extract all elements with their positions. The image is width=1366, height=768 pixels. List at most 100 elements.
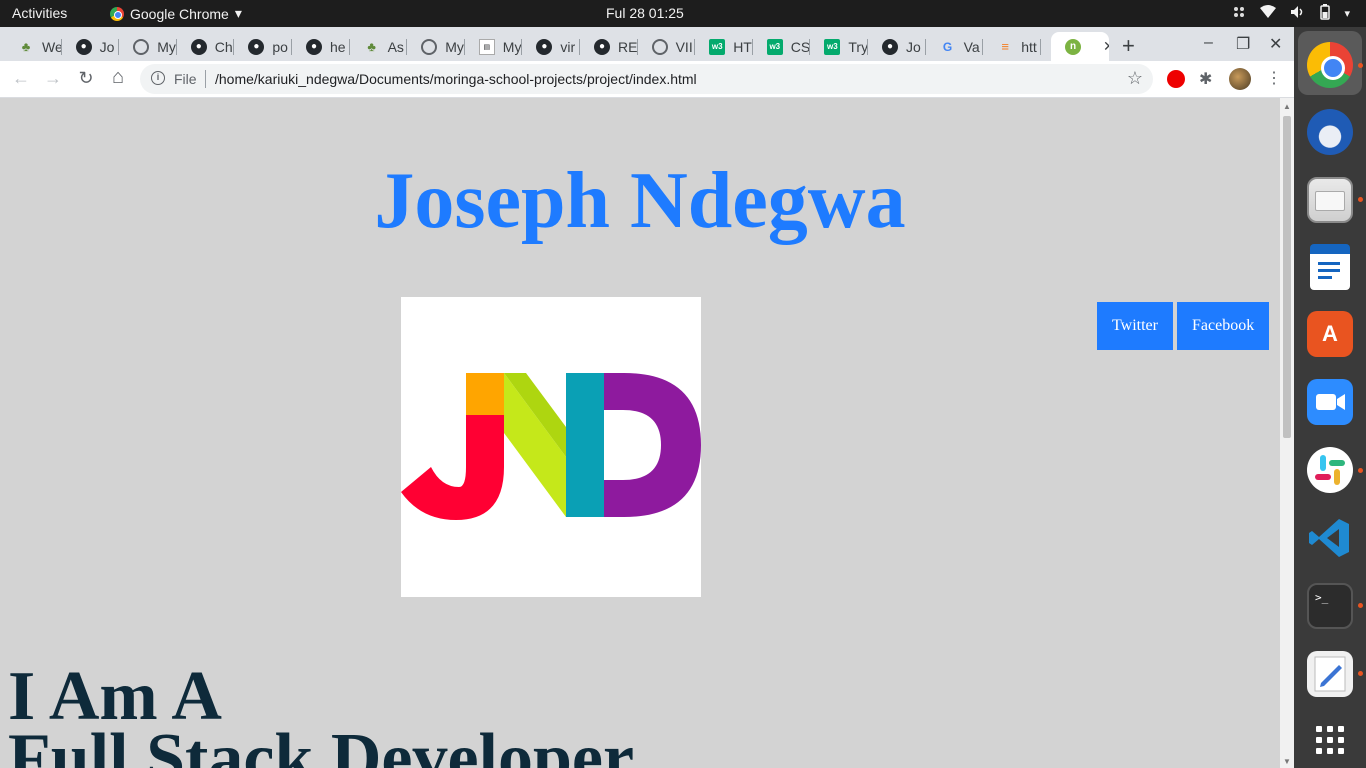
tab-strip: ♣ We ● Jo My ● Ch ● po ● he ♣ As My ▤ My ● vir ● RE VII w3 HT w… (0, 27, 1294, 61)
site-info-icon[interactable]: i (151, 71, 165, 85)
chevron-down-icon: ▾ (1344, 8, 1350, 20)
app-menu-label: Google Chrome (130, 5, 229, 22)
tab-item[interactable]: ● RE (580, 32, 638, 61)
system-tray[interactable]: ▾ (1232, 4, 1350, 23)
app-menu[interactable]: Google Chrome ▾ (110, 5, 242, 22)
tab-label: htt (1021, 38, 1037, 55)
page-title: Joseph Ndegwa (374, 157, 906, 245)
github-icon: ● (882, 38, 898, 55)
files-icon[interactable] (1307, 177, 1353, 223)
adblock-extension-icon[interactable] (1167, 70, 1185, 88)
libreoffice-writer-icon[interactable] (1310, 244, 1350, 290)
volume-icon (1290, 5, 1306, 22)
scrollbar-thumb[interactable] (1283, 116, 1291, 438)
home-button[interactable]: ⌂ (107, 66, 129, 89)
tab-item[interactable]: VII (638, 32, 696, 61)
twitter-link[interactable]: Twitter (1097, 302, 1173, 350)
github-icon: ● (75, 38, 92, 55)
slack-icon[interactable] (1307, 447, 1353, 493)
w3schools-icon: w3 (824, 38, 841, 55)
battery-icon (1320, 4, 1331, 23)
tab-label: My (502, 38, 522, 55)
address-bar[interactable]: i File /home/kariuki_ndegwa/Documents/mo… (140, 64, 1153, 94)
scroll-up-arrow-icon[interactable]: ▲ (1283, 102, 1291, 111)
running-indicator (1358, 603, 1363, 608)
tab-label: CS (790, 38, 811, 55)
new-tab-button[interactable]: + (1122, 33, 1135, 59)
tab-label: po (272, 38, 288, 55)
close-window-button[interactable]: ✕ (1269, 34, 1282, 54)
thunderbird-icon[interactable] (1307, 109, 1353, 155)
software-store-icon[interactable]: A (1307, 311, 1353, 357)
tab-item[interactable]: My (407, 32, 465, 61)
url-text[interactable]: /home/kariuki_ndegwa/Documents/moringa-s… (215, 71, 697, 87)
tab-active[interactable]: n ✕ (1051, 32, 1109, 61)
stackoverflow-icon: ≡ (1001, 39, 1009, 54)
store-glyph-icon: A (1322, 321, 1338, 346)
tab-item[interactable]: ♣ As (350, 32, 408, 61)
globe-icon (421, 38, 438, 55)
tab-label: Jo (99, 38, 115, 55)
w3schools-icon: w3 (709, 38, 726, 55)
extensions-puzzle-icon[interactable]: ✱ (1199, 69, 1212, 89)
text-editor-icon[interactable] (1307, 651, 1353, 697)
tab-item[interactable]: w3 HT (695, 32, 753, 61)
logo-j-stem (401, 415, 504, 520)
running-indicator (1358, 197, 1363, 202)
maximize-button[interactable]: ❐ (1236, 34, 1250, 54)
bookmark-star-icon[interactable]: ☆ (1127, 68, 1143, 89)
file-scheme-label: File (174, 71, 197, 87)
tab-item[interactable]: G Va (926, 32, 984, 61)
tab-item[interactable]: ● Ch (177, 32, 235, 61)
intro-heading: I Am A Full Stack Developer (8, 658, 634, 768)
activities-button[interactable]: Activities (12, 5, 67, 21)
chrome-icon[interactable] (1307, 42, 1353, 88)
minimize-button[interactable]: – (1204, 34, 1213, 52)
scroll-down-arrow-icon[interactable]: ▼ (1283, 757, 1291, 766)
show-apps-icon[interactable] (1307, 717, 1353, 763)
tab-item[interactable]: My (119, 32, 177, 61)
profile-avatar[interactable] (1229, 68, 1251, 90)
tab-item[interactable]: ≡ htt (983, 32, 1041, 61)
close-tab-icon[interactable]: ✕ (1103, 38, 1109, 55)
globe-icon (133, 38, 150, 55)
vscode-icon[interactable] (1307, 515, 1353, 561)
facebook-link[interactable]: Facebook (1176, 302, 1270, 350)
tab-label: HT (733, 38, 752, 55)
tab-item[interactable]: ● Jo (868, 32, 926, 61)
forward-button[interactable]: → (42, 68, 64, 89)
omnibox-divider (205, 70, 206, 88)
page-scrollbar[interactable]: ▲ ▼ (1280, 98, 1294, 768)
tab-item[interactable]: ▤ My (465, 32, 523, 61)
clock[interactable]: Ful 28 01:25 (606, 5, 684, 21)
page-viewport: Joseph Ndegwa Twitter Facebook I Am A Fu… (0, 98, 1280, 768)
jnd-logo-graphic (401, 373, 701, 520)
doc-icon: ▤ (478, 38, 495, 55)
terminal-icon[interactable]: >_ (1307, 583, 1353, 629)
github-icon: ● (248, 38, 265, 55)
chrome-menu-icon[interactable]: ⋮ (1266, 68, 1282, 88)
social-links: Twitter Facebook (1097, 302, 1270, 350)
running-indicator (1358, 63, 1363, 68)
tab-item[interactable]: ● po (234, 32, 292, 61)
w3schools-icon: w3 (766, 38, 783, 55)
tab-item[interactable]: ● vir (522, 32, 580, 61)
globe-icon (651, 38, 668, 55)
tab-item[interactable]: w3 Try (810, 32, 868, 61)
back-button[interactable]: ← (10, 68, 32, 89)
tab-item[interactable]: ● Jo (62, 32, 120, 61)
tab-label: RE (618, 38, 638, 55)
ubuntu-dock: A >_ (1294, 27, 1366, 768)
tab-label: Va (963, 38, 980, 55)
chrome-icon (110, 6, 124, 21)
intro-line-1: I Am A (8, 658, 222, 735)
zoom-icon[interactable] (1307, 379, 1353, 425)
tab-item[interactable]: ♣ We (4, 32, 62, 61)
tab-label: My (157, 38, 176, 55)
tab-label: vir (560, 38, 576, 55)
tab-label: My (445, 38, 464, 55)
tab-item[interactable]: w3 CS (753, 32, 811, 61)
reload-button[interactable]: ↻ (75, 68, 97, 89)
tab-item[interactable]: ● he (292, 32, 350, 61)
tab-label: Try (848, 38, 868, 55)
